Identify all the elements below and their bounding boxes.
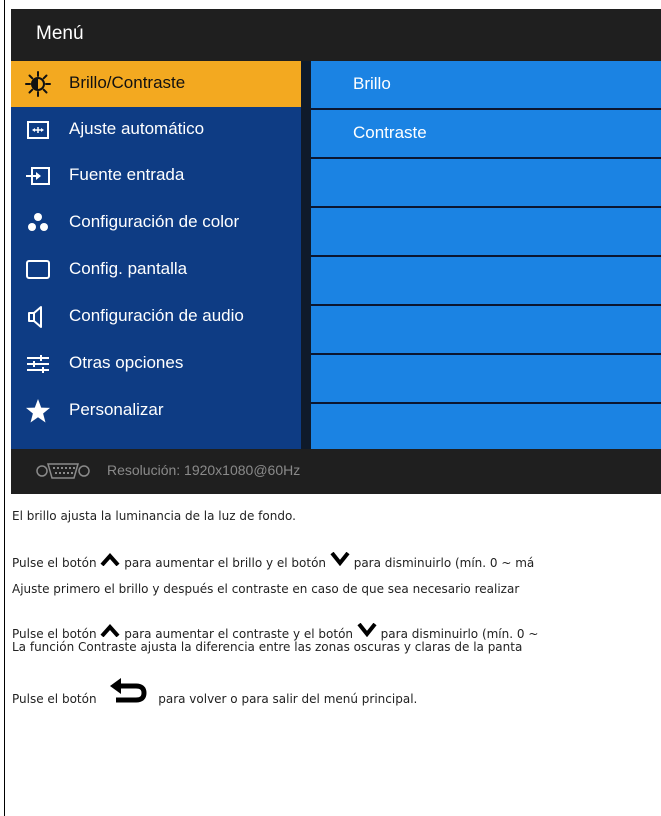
brightness-icon xyxy=(25,71,51,97)
doc-back-instruction: Pulse el botón para volver o para salir … xyxy=(12,676,417,706)
submenu-item-brillo[interactable]: Brillo xyxy=(311,61,661,108)
color-dots-icon xyxy=(28,213,48,231)
submenu-item-contraste[interactable]: Contraste xyxy=(311,110,661,157)
doc-text: para disminuirlo (mín. 0 ~ má xyxy=(353,556,535,570)
submenu-item-label: Brillo xyxy=(353,74,391,93)
resolution-text: Resolución: 1920x1080@60Hz xyxy=(107,462,301,478)
up-arrow-icon xyxy=(100,623,120,637)
menu-item-config-pantalla[interactable]: Config. pantalla xyxy=(11,247,301,293)
doc-text: para aumentar el brillo y el botón xyxy=(124,556,327,570)
menu-item-fuente-entrada[interactable]: Fuente entrada xyxy=(11,153,301,199)
vga-connector-icon xyxy=(36,463,90,479)
menu-item-label: Configuración de audio xyxy=(69,306,244,325)
doc-text: Pulse el botón xyxy=(12,556,97,570)
submenu-item-empty xyxy=(311,404,661,451)
back-arrow-icon xyxy=(110,678,147,703)
doc-text: para volver o para salir del menú princi… xyxy=(158,692,418,706)
osd-menu: Menú Brillo/Contraste Ajuste automático … xyxy=(11,9,661,494)
doc-brightness-instruction: Pulse el botón para aumentar el brillo y… xyxy=(12,551,535,570)
osd-main-menu: Brillo/Contraste Ajuste automático Fuent… xyxy=(11,61,301,449)
doc-contrast-instruction: Pulse el botón para aumentar el contrast… xyxy=(12,622,539,641)
osd-submenu: Brillo Contraste xyxy=(311,61,661,451)
left-rule xyxy=(4,0,5,816)
star-icon xyxy=(26,399,50,423)
doc-brightness-description: El brillo ajusta la luminancia de la luz… xyxy=(12,509,296,523)
auto-adjust-icon xyxy=(27,121,49,139)
menu-item-label: Personalizar xyxy=(69,400,164,419)
osd-header: Menú xyxy=(11,9,661,61)
doc-text: para disminuirlo (mín. 0 ~ xyxy=(380,627,539,641)
menu-item-configuracion-audio[interactable]: Configuración de audio xyxy=(11,294,301,340)
display-icon xyxy=(26,260,50,279)
sliders-icon xyxy=(27,355,49,373)
down-arrow-icon xyxy=(330,551,350,566)
submenu-item-empty xyxy=(311,306,661,353)
submenu-item-empty xyxy=(311,159,661,206)
menu-item-ajuste-automatico[interactable]: Ajuste automático xyxy=(11,107,301,153)
menu-item-configuracion-color[interactable]: Configuración de color xyxy=(11,200,301,246)
menu-item-otras-opciones[interactable]: Otras opciones xyxy=(11,341,301,387)
osd-footer: Resolución: 1920x1080@60Hz xyxy=(11,449,661,494)
menu-item-brillo-contraste[interactable]: Brillo/Contraste xyxy=(11,61,301,107)
menu-item-personalizar[interactable]: Personalizar xyxy=(11,388,301,434)
doc-contrast-description: La función Contraste ajusta la diferenci… xyxy=(12,640,523,654)
menu-item-label: Configuración de color xyxy=(69,212,240,231)
menu-item-label: Brillo/Contraste xyxy=(69,73,186,92)
submenu-item-empty xyxy=(311,208,661,255)
menu-item-label: Ajuste automático xyxy=(69,119,205,138)
osd-title: Menú xyxy=(36,23,84,44)
menu-item-label: Otras opciones xyxy=(69,353,184,372)
submenu-item-empty xyxy=(311,355,661,402)
doc-text: Pulse el botón xyxy=(12,627,97,641)
submenu-item-empty xyxy=(311,257,661,304)
input-source-icon xyxy=(26,167,50,185)
doc-text: Pulse el botón xyxy=(12,692,97,706)
menu-item-label: Fuente entrada xyxy=(69,165,185,184)
submenu-item-label: Contraste xyxy=(353,123,427,142)
speaker-icon xyxy=(28,306,42,328)
doc-text: para aumentar el contraste y el botón xyxy=(124,627,354,641)
doc-adjust-note: Ajuste primero el brillo y después el co… xyxy=(12,582,520,596)
up-arrow-icon xyxy=(100,552,120,566)
down-arrow-icon xyxy=(357,622,377,637)
menu-item-label: Config. pantalla xyxy=(69,259,188,278)
